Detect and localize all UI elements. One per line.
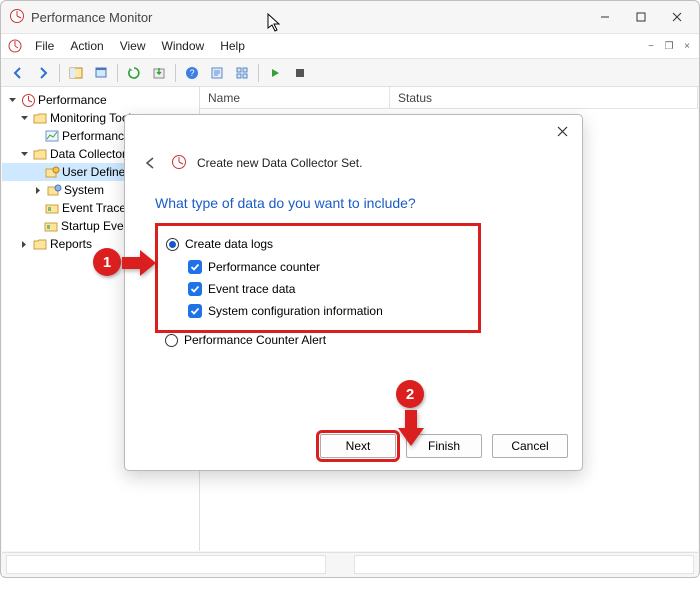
annotation-badge-1: 1 bbox=[93, 248, 121, 276]
folder-icon bbox=[32, 146, 48, 162]
maximize-button[interactable] bbox=[623, 3, 659, 31]
checkbox-performance-counter[interactable]: Performance counter bbox=[188, 258, 470, 276]
trace-icon bbox=[44, 200, 60, 216]
checkbox-event-trace[interactable]: Event trace data bbox=[188, 280, 470, 298]
annotation-arrow-2 bbox=[398, 410, 424, 449]
menu-file[interactable]: File bbox=[27, 37, 62, 55]
collapse-icon[interactable] bbox=[6, 94, 18, 106]
stop-icon[interactable] bbox=[289, 62, 311, 84]
checkbox-checked-icon bbox=[188, 304, 202, 318]
menu-view[interactable]: View bbox=[112, 37, 154, 55]
properties-icon[interactable] bbox=[206, 62, 228, 84]
help-icon[interactable]: ? bbox=[181, 62, 203, 84]
titlebar: Performance Monitor bbox=[1, 1, 699, 33]
annotation-arrow-1 bbox=[122, 250, 156, 279]
menu-action[interactable]: Action bbox=[62, 37, 111, 55]
checkbox-checked-icon bbox=[188, 260, 202, 274]
collapse-icon[interactable] bbox=[18, 112, 30, 124]
perfmon-small-icon bbox=[7, 38, 23, 54]
trace-icon bbox=[44, 218, 59, 234]
radio-performance-counter-alert[interactable]: Performance Counter Alert bbox=[165, 333, 326, 347]
run-icon[interactable] bbox=[264, 62, 286, 84]
dialog-back-button[interactable] bbox=[141, 153, 161, 173]
perfmon-wizard-icon bbox=[171, 154, 187, 173]
system-icon bbox=[46, 182, 62, 198]
close-button[interactable] bbox=[659, 3, 695, 31]
wizard-dialog: Create new Data Collector Set. What type… bbox=[124, 114, 583, 471]
menu-window[interactable]: Window bbox=[154, 37, 213, 55]
column-name[interactable]: Name bbox=[200, 87, 390, 109]
perfmon-app-icon bbox=[9, 8, 25, 27]
mdi-minimize-icon[interactable]: − bbox=[643, 38, 659, 54]
tile-icon[interactable] bbox=[231, 62, 253, 84]
mdi-close-icon[interactable]: × bbox=[679, 38, 695, 54]
statusbar bbox=[2, 552, 698, 576]
perfmon-node-icon bbox=[20, 92, 36, 108]
radio-icon bbox=[166, 238, 179, 251]
user-defined-icon bbox=[44, 164, 60, 180]
show-hide-tree-icon[interactable] bbox=[65, 62, 87, 84]
reports-icon bbox=[32, 236, 48, 252]
checkbox-checked-icon bbox=[188, 282, 202, 296]
window-title: Performance Monitor bbox=[31, 10, 152, 25]
checkbox-system-config[interactable]: System configuration information bbox=[188, 302, 470, 320]
dialog-close-button[interactable] bbox=[548, 119, 576, 143]
next-button[interactable]: Next bbox=[320, 434, 396, 458]
new-window-icon[interactable] bbox=[90, 62, 112, 84]
cursor-icon bbox=[267, 13, 283, 36]
dialog-title: Create new Data Collector Set. bbox=[197, 156, 362, 170]
minimize-button[interactable] bbox=[587, 3, 623, 31]
collapse-icon[interactable] bbox=[18, 148, 30, 160]
back-icon[interactable] bbox=[7, 62, 29, 84]
radio-icon bbox=[165, 334, 178, 347]
folder-icon bbox=[32, 110, 48, 126]
dialog-question: What type of data do you want to include… bbox=[155, 195, 416, 211]
expand-icon[interactable] bbox=[32, 184, 44, 196]
cancel-button[interactable]: Cancel bbox=[492, 434, 568, 458]
chart-icon bbox=[44, 128, 60, 144]
annotation-badge-2: 2 bbox=[396, 380, 424, 408]
refresh-icon[interactable] bbox=[123, 62, 145, 84]
export-icon[interactable] bbox=[148, 62, 170, 84]
annotation-box-1: Create data logs Performance counter Eve… bbox=[155, 223, 481, 333]
expand-icon[interactable] bbox=[18, 238, 30, 250]
svg-text:?: ? bbox=[189, 68, 194, 78]
list-header: Name Status bbox=[200, 87, 698, 109]
forward-icon[interactable] bbox=[32, 62, 54, 84]
menu-help[interactable]: Help bbox=[212, 37, 253, 55]
radio-create-data-logs[interactable]: Create data logs bbox=[166, 234, 470, 254]
menubar: File Action View Window Help − ❐ × bbox=[1, 33, 699, 59]
column-status[interactable]: Status bbox=[390, 87, 698, 109]
mdi-restore-icon[interactable]: ❐ bbox=[661, 38, 677, 54]
toolbar: ? bbox=[1, 59, 699, 87]
tree-root-performance[interactable]: Performance bbox=[2, 91, 199, 109]
